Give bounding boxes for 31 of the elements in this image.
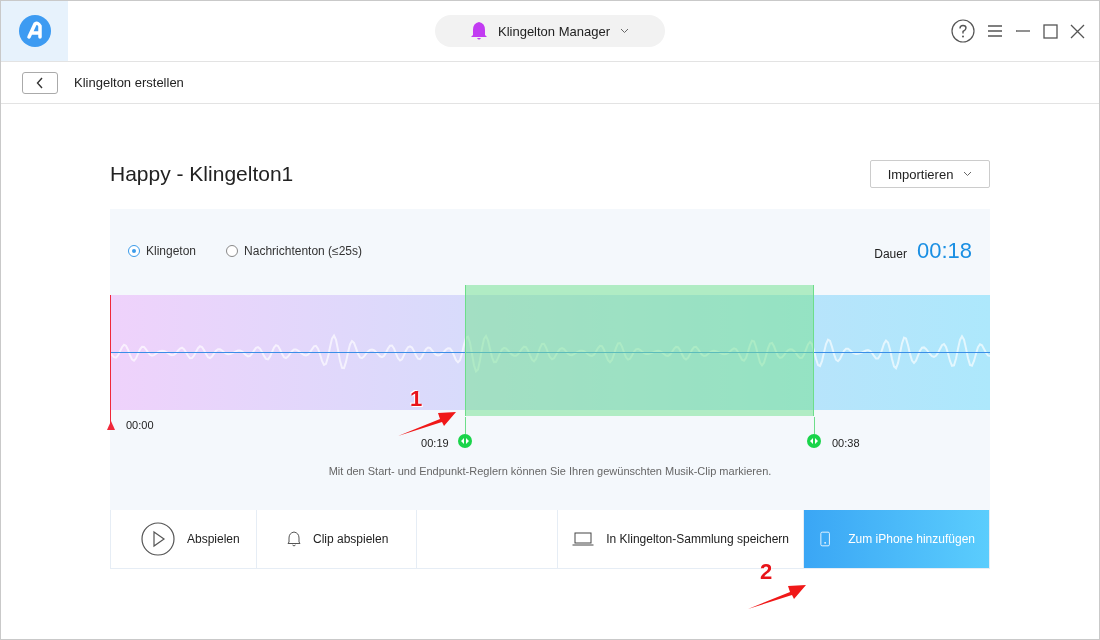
- time-label: 00:38: [832, 437, 860, 449]
- menu-icon[interactable]: [987, 24, 1003, 38]
- page-title: Klingelton erstellen: [74, 75, 184, 90]
- play-icon: [141, 522, 175, 556]
- duration-label: Dauer: [874, 247, 907, 261]
- duration-value: 00:18: [916, 238, 972, 264]
- annotation-number: 1: [410, 386, 423, 412]
- handle-line: [464, 417, 466, 434]
- caret-icon: [620, 28, 629, 34]
- time-label: 00:19: [421, 437, 449, 449]
- time-label: 00:00: [126, 419, 154, 431]
- back-button[interactable]: [22, 71, 58, 94]
- back-icon: [36, 76, 44, 89]
- close-icon[interactable]: [1070, 23, 1085, 39]
- help-icon[interactable]: [951, 19, 975, 43]
- phone-icon: [820, 530, 831, 548]
- mode-radio[interactable]: Nachrichtenton (≤25s): [226, 244, 363, 258]
- clip-selection[interactable]: [464, 285, 814, 416]
- app-menu-button[interactable]: Klingelton Manager: [434, 15, 665, 47]
- clip-handle[interactable]: [457, 434, 472, 448]
- caret-icon: [963, 171, 973, 177]
- hint-text: Mit den Start- und Endpunkt-Reglern können Sie Ihren gewünschten Musik-Clip markieren.: [327, 465, 773, 477]
- clip-handle[interactable]: [807, 434, 821, 448]
- handle-line: [814, 417, 815, 434]
- bell-icon: [470, 21, 488, 41]
- laptop-icon: [572, 532, 595, 546]
- maximize-icon[interactable]: [1043, 23, 1058, 39]
- import-button[interactable]: Importieren: [870, 160, 990, 188]
- ringtone-title: Happy - Klingelton1: [110, 162, 294, 186]
- mode-radio[interactable]: Klingeton: [128, 244, 197, 258]
- bell-icon: [287, 531, 301, 547]
